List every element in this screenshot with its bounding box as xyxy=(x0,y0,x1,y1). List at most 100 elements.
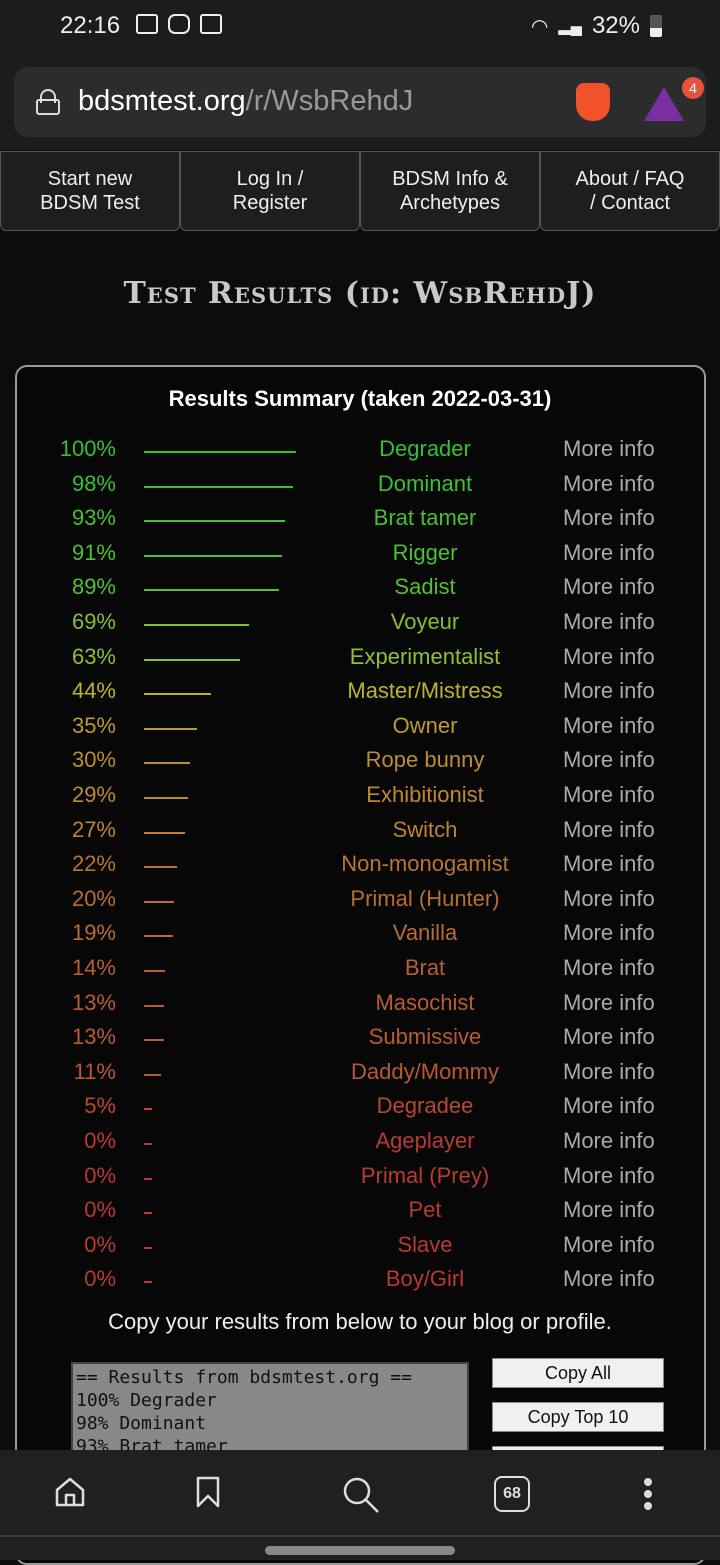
more-info-link[interactable]: More info xyxy=(563,782,655,808)
more-info-link[interactable]: More info xyxy=(563,678,655,704)
result-name[interactable]: Slave xyxy=(280,1232,570,1258)
more-info-link[interactable]: More info xyxy=(563,1059,655,1085)
battery-percent: 32% xyxy=(591,12,640,39)
more-info-link[interactable]: More info xyxy=(563,540,655,566)
instagram-icon xyxy=(168,14,190,34)
brave-shields-icon[interactable] xyxy=(576,83,610,121)
result-name[interactable]: Sadist xyxy=(280,574,570,600)
result-percent: 11% xyxy=(73,1058,116,1084)
result-name[interactable]: Submissive xyxy=(280,1024,570,1050)
result-row: 29% Exhibitionist More info xyxy=(0,782,720,816)
result-name[interactable]: Switch xyxy=(280,817,570,843)
search-icon[interactable] xyxy=(342,1476,380,1514)
battery-icon xyxy=(650,15,662,37)
more-info-link[interactable]: More info xyxy=(563,609,655,635)
result-percent: 14% xyxy=(71,955,116,980)
nav-info[interactable]: BDSM Info & Archetypes xyxy=(360,151,540,231)
result-bar xyxy=(144,520,286,523)
result-name[interactable]: Ageplayer xyxy=(280,1128,570,1154)
more-info-link[interactable]: More info xyxy=(563,955,655,981)
result-name[interactable]: Primal (Hunter) xyxy=(280,886,570,912)
result-name[interactable]: Exhibitionist xyxy=(280,782,570,808)
more-info-link[interactable]: More info xyxy=(563,920,655,946)
bookmark-icon[interactable] xyxy=(196,1476,220,1508)
more-info-link[interactable]: More info xyxy=(563,1163,655,1189)
result-row: 0% Slave More info xyxy=(0,1232,720,1266)
copy-all-button[interactable]: Copy All xyxy=(492,1358,664,1388)
result-name[interactable]: Daddy/Mommy xyxy=(280,1059,570,1085)
nav-login[interactable]: Log In / Register xyxy=(180,151,360,231)
result-name[interactable]: Brat tamer xyxy=(280,505,570,531)
result-row: 11% Daddy/Mommy More info xyxy=(0,1059,720,1093)
result-row: 98% Dominant More info xyxy=(0,471,720,505)
more-info-link[interactable]: More info xyxy=(563,990,655,1016)
browser-toolbar: 68 xyxy=(0,1450,720,1560)
result-bar xyxy=(144,1281,152,1284)
home-gesture-bar[interactable] xyxy=(265,1546,455,1555)
more-info-link[interactable]: More info xyxy=(563,747,655,773)
result-name[interactable]: Rope bunny xyxy=(280,747,570,773)
copy-top10-button[interactable]: Copy Top 10 xyxy=(492,1402,664,1432)
result-row: 20% Primal (Hunter) More info xyxy=(0,886,720,920)
tabs-button[interactable]: 68 xyxy=(494,1476,530,1512)
result-name[interactable]: Masochist xyxy=(280,990,570,1016)
result-row: 22% Non-monogamist More info xyxy=(0,851,720,885)
more-info-link[interactable]: More info xyxy=(563,574,655,600)
more-info-link[interactable]: More info xyxy=(563,505,655,531)
results-summary-heading: Results Summary (taken 2022-03-31) xyxy=(168,386,552,411)
more-info-link[interactable]: More info xyxy=(563,1266,655,1292)
address-bar[interactable]: bdsmtest.org/r/WsbRehdJ 4 xyxy=(14,67,706,137)
result-name[interactable]: Rigger xyxy=(280,540,570,566)
site-nav: Start new BDSM Test Log In / Register BD… xyxy=(0,151,720,231)
result-name[interactable]: Pet xyxy=(280,1197,570,1223)
result-bar xyxy=(144,900,175,903)
result-row: 0% Pet More info xyxy=(0,1197,720,1231)
result-bar xyxy=(144,727,198,730)
more-info-link[interactable]: More info xyxy=(563,851,655,877)
result-name[interactable]: Primal (Prey) xyxy=(280,1163,570,1189)
more-info-link[interactable]: More info xyxy=(563,1024,655,1050)
brave-rewards-icon[interactable] xyxy=(644,87,684,121)
result-bar xyxy=(144,970,166,972)
result-name[interactable]: Boy/Girl xyxy=(280,1266,570,1292)
lock-icon xyxy=(36,89,60,115)
more-info-link[interactable]: More info xyxy=(563,713,655,739)
more-info-link[interactable]: More info xyxy=(563,1197,655,1223)
result-name[interactable]: Brat xyxy=(280,955,570,981)
result-name[interactable]: Master/Mistress xyxy=(280,678,570,704)
result-row: 5% Degradee More info xyxy=(0,1093,720,1127)
result-row: 35% Owner More info xyxy=(0,713,720,747)
result-percent: 0% xyxy=(84,1231,116,1257)
result-row: 19% Vanilla More info xyxy=(0,920,720,954)
home-icon[interactable] xyxy=(54,1476,86,1508)
result-name[interactable]: Experimentalist xyxy=(280,644,570,670)
result-percent: 0% xyxy=(84,1162,116,1188)
result-name[interactable]: Degrader xyxy=(280,436,570,462)
nav-about[interactable]: About / FAQ / Contact xyxy=(540,151,720,231)
result-row: 69% Voyeur More info xyxy=(0,609,720,643)
more-info-link[interactable]: More info xyxy=(563,1128,655,1154)
menu-icon[interactable] xyxy=(644,1478,654,1514)
more-info-link[interactable]: More info xyxy=(563,1232,655,1258)
result-bar xyxy=(144,554,283,557)
result-name[interactable]: Voyeur xyxy=(280,609,570,635)
more-info-link[interactable]: More info xyxy=(563,644,655,670)
more-info-link[interactable]: More info xyxy=(563,817,655,843)
more-info-link[interactable]: More info xyxy=(563,471,655,497)
nav-start-test[interactable]: Start new BDSM Test xyxy=(0,151,180,231)
result-row: 89% Sadist More info xyxy=(0,574,720,608)
result-name[interactable]: Vanilla xyxy=(280,920,570,946)
result-name[interactable]: Owner xyxy=(280,713,570,739)
result-bar xyxy=(144,1108,152,1111)
result-row: 63% Experimentalist More info xyxy=(0,644,720,678)
result-name[interactable]: Dominant xyxy=(280,471,570,497)
result-bar xyxy=(144,866,178,869)
url-path: /r/WsbRehdJ xyxy=(245,85,414,117)
result-name[interactable]: Degradee xyxy=(280,1093,570,1119)
more-info-link[interactable]: More info xyxy=(563,436,655,462)
result-row: 100% Degrader More info xyxy=(0,436,720,470)
result-bar xyxy=(144,935,173,938)
result-name[interactable]: Non-monogamist xyxy=(280,851,570,877)
more-info-link[interactable]: More info xyxy=(563,886,655,912)
more-info-link[interactable]: More info xyxy=(563,1093,655,1119)
